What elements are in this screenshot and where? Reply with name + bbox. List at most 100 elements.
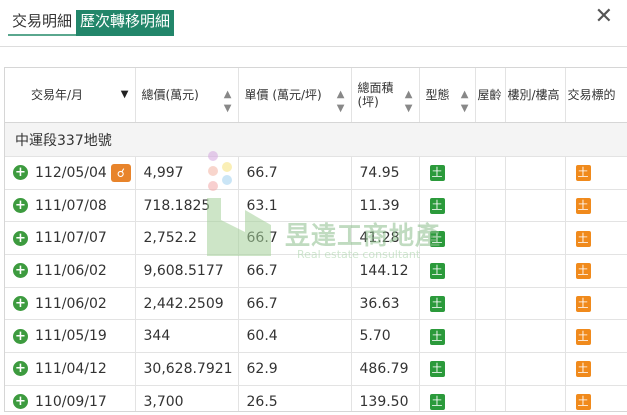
land-type-badge: 土 [429, 230, 445, 247]
date-cell: +111/07/07 [5, 221, 136, 256]
age-cell [475, 319, 506, 354]
col-header-type[interactable]: 型態 ▲ ▼ [419, 68, 476, 123]
land-type-badge: 土 [429, 263, 445, 280]
expand-plus-icon[interactable]: + [13, 296, 28, 312]
area-cell: 36.63 [351, 287, 420, 321]
date-value: 112/05/04 [35, 164, 107, 181]
land-type-badge: 土 [429, 394, 445, 411]
floor-cell [505, 352, 566, 386]
date-value: 111/07/07 [35, 230, 107, 247]
expand-plus-icon[interactable]: + [13, 361, 28, 377]
area-cell: 74.95 [351, 156, 420, 190]
unit-price-cell: 66.7 [238, 156, 352, 190]
type-cell: 土 [419, 352, 476, 386]
table-row[interactable]: +111/07/08 718.1825 63.1 11.39 土 土 [5, 189, 627, 223]
age-cell [475, 156, 506, 190]
target-land-badge: 土 [575, 328, 591, 345]
total-price-cell: 2,442.2509 [135, 287, 239, 321]
area-cell: 139.50 [351, 385, 420, 411]
expand-plus-icon[interactable]: + [13, 394, 28, 410]
map-search-icon[interactable]: ☌ [110, 163, 131, 182]
type-cell: 土 [419, 221, 476, 256]
tab-transfer-history[interactable]: 歷次轉移明細 [76, 10, 175, 36]
table-row[interactable]: +110/09/17 3,700 26.5 139.50 土 土 [5, 385, 627, 411]
date-value: 111/05/19 [35, 328, 107, 345]
unit-price-cell: 60.4 [238, 319, 352, 354]
expand-plus-icon[interactable]: + [13, 165, 28, 181]
target-land-badge: 土 [575, 165, 591, 182]
total-price-cell: 9,608.5177 [135, 254, 239, 288]
area-cell: 11.39 [351, 189, 420, 223]
age-cell [475, 221, 506, 256]
table-row[interactable]: +111/06/02 2,442.2509 66.7 36.63 土 土 [5, 287, 627, 321]
sort-icon: ▲ ▼ [336, 89, 345, 114]
total-price-cell: 344 [135, 319, 239, 354]
age-cell [475, 385, 506, 411]
area-cell: 144.12 [351, 254, 420, 288]
tab-bar: 交易明細 歷次轉移明細 [8, 10, 175, 36]
total-price-cell: 3,700 [135, 385, 239, 411]
table-row[interactable]: +111/06/02 9,608.5177 66.7 144.12 土 土 [5, 254, 627, 288]
sort-icon: ▼ [120, 89, 129, 100]
date-value: 111/07/08 [35, 197, 107, 214]
target-cell: 土 [565, 221, 627, 256]
floor-cell [505, 156, 566, 190]
col-header-floor: 樓別/樓高 [505, 68, 566, 123]
target-land-badge: 土 [575, 198, 591, 215]
unit-price-cell: 26.5 [238, 385, 352, 411]
transfer-table: 交易年/月 ▼ 總價(萬元) ▲ ▼ 單價 (萬元/坪) ▲ ▼ 總面積 (坪) ▲ ▼ 型態… [4, 67, 627, 412]
target-cell: 土 [565, 156, 627, 190]
table-row[interactable]: +111/05/19 344 60.4 5.70 土 土 [5, 319, 627, 354]
type-cell: 土 [419, 156, 476, 190]
age-cell [475, 352, 506, 386]
target-land-badge: 土 [575, 394, 591, 411]
target-cell: 土 [565, 352, 627, 386]
unit-price-cell: 66.7 [238, 254, 352, 288]
expand-plus-icon[interactable]: + [13, 230, 28, 246]
floor-cell [505, 254, 566, 288]
date-cell: +111/06/02 [5, 287, 136, 321]
col-header-unit-price[interactable]: 單價 (萬元/坪) ▲ ▼ [238, 68, 352, 123]
target-land-badge: 土 [575, 361, 591, 378]
date-cell: +111/04/12 [5, 352, 136, 386]
date-value: 111/04/12 [35, 360, 107, 377]
expand-plus-icon[interactable]: + [13, 328, 28, 344]
age-cell [475, 189, 506, 223]
date-value: 111/06/02 [35, 295, 107, 312]
type-cell: 土 [419, 385, 476, 411]
floor-cell [505, 385, 566, 411]
date-cell: +111/07/08 [5, 189, 136, 223]
type-cell: 土 [419, 189, 476, 223]
expand-plus-icon[interactable]: + [13, 198, 28, 214]
sort-icon: ▲ ▼ [223, 89, 232, 114]
target-cell: 土 [565, 254, 627, 288]
target-cell: 土 [565, 287, 627, 321]
col-header-target: 交易標的 [565, 68, 627, 123]
unit-price-cell: 62.9 [238, 352, 352, 386]
col-header-total[interactable]: 總價(萬元) ▲ ▼ [135, 68, 239, 123]
col-header-date[interactable]: 交易年/月 ▼ [5, 68, 136, 123]
group-row: 中運段337地號 [5, 122, 627, 157]
total-price-cell: 2,752.2 [135, 221, 239, 256]
table-row[interactable]: +112/05/04 ☌ 4,997 66.7 74.95 土 土 [5, 156, 627, 190]
age-cell [475, 287, 506, 321]
tab-transaction-details[interactable]: 交易明細 [8, 10, 77, 36]
target-land-badge: 土 [575, 296, 591, 313]
target-cell: 土 [565, 319, 627, 354]
divider [0, 46, 627, 47]
floor-cell [505, 189, 566, 223]
target-cell: 土 [565, 385, 627, 411]
land-type-badge: 土 [429, 198, 445, 215]
table-row[interactable]: +111/04/12 30,628.7921 62.9 486.79 土 土 [5, 352, 627, 386]
land-type-badge: 土 [429, 328, 445, 345]
header-row: 交易年/月 ▼ 總價(萬元) ▲ ▼ 單價 (萬元/坪) ▲ ▼ 總面積 (坪) ▲ ▼ 型態… [5, 68, 627, 123]
table-row[interactable]: +111/07/07 2,752.2 66.7 41.28 土 土 [5, 221, 627, 256]
close-icon[interactable]: ✕ [595, 5, 613, 29]
expand-plus-icon[interactable]: + [13, 263, 28, 279]
type-cell: 土 [419, 254, 476, 288]
col-header-area[interactable]: 總面積 (坪) ▲ ▼ [351, 68, 420, 123]
type-cell: 土 [419, 319, 476, 354]
date-cell: +111/05/19 [5, 319, 136, 354]
sort-icon: ▲ ▼ [460, 89, 469, 114]
area-cell: 41.28 [351, 221, 420, 256]
